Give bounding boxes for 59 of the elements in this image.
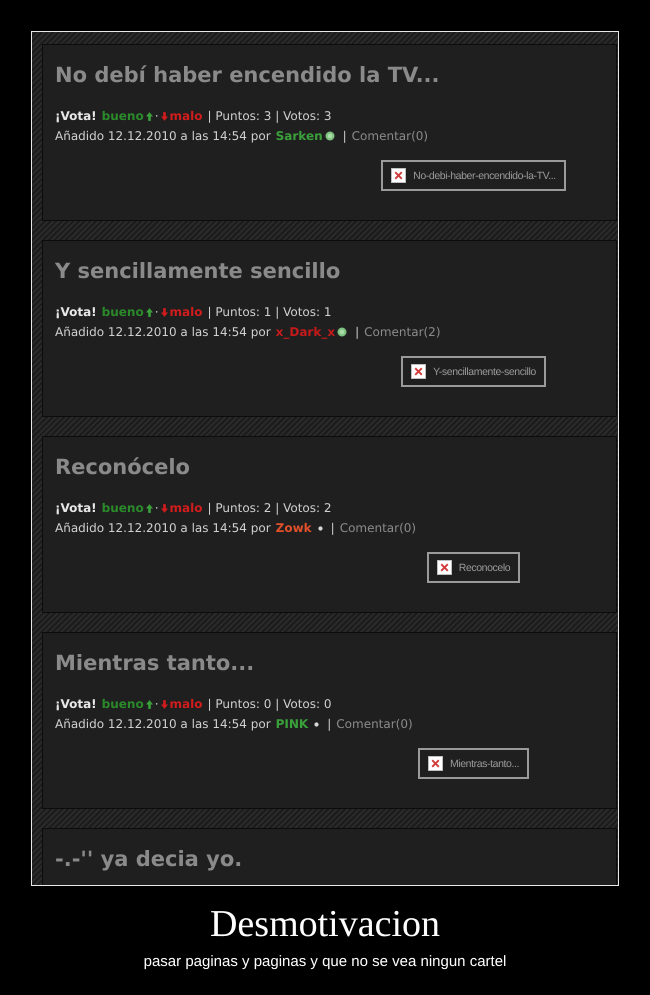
author-link[interactable]: x_Dark_x: [276, 322, 336, 342]
vote-separator: ·: [154, 500, 159, 517]
added-date: Añadido 12.12.2010 a las 14:54 por: [55, 716, 271, 733]
post-title[interactable]: Mientras tanto...: [55, 648, 604, 678]
good-vote-link[interactable]: bueno: [102, 302, 144, 322]
down-arrow-icon[interactable]: [160, 308, 168, 316]
bad-vote-link[interactable]: malo: [170, 694, 203, 714]
added-date: Añadido 12.12.2010 a las 14:54 por: [55, 324, 271, 341]
added-date: Añadido 12.12.2010 a las 14:54 por: [55, 520, 271, 537]
image-alt-text: Y-sencillamente-sencillo: [433, 366, 536, 378]
vote-separator: ·: [154, 696, 159, 713]
added-date: Añadido 12.12.2010 a las 14:54 por: [55, 128, 271, 145]
comments-link[interactable]: Comentar(0): [340, 518, 416, 538]
vote-stats: | Puntos: 0 | Votos: 0: [208, 696, 332, 713]
good-vote-link[interactable]: bueno: [102, 106, 144, 126]
poster-title: Desmotivacion: [208, 902, 442, 946]
vote-label: ¡Vota!: [55, 304, 97, 321]
down-arrow-icon[interactable]: [160, 504, 168, 512]
good-vote-link[interactable]: bueno: [102, 498, 144, 518]
vote-separator: ·: [154, 304, 159, 321]
vote-label: ¡Vota!: [55, 500, 97, 517]
vote-stats: | Puntos: 1 | Votos: 1: [208, 304, 332, 321]
comments-link[interactable]: Comentar(0): [352, 126, 428, 146]
up-arrow-icon[interactable]: [146, 700, 153, 708]
vote-separator: ·: [154, 108, 159, 125]
post-title[interactable]: -.-'' ya decia yo.: [55, 844, 604, 874]
comments-link[interactable]: Comentar(0): [336, 714, 413, 734]
author-link[interactable]: Zowk: [276, 518, 312, 538]
author-link[interactable]: PINK: [276, 714, 308, 734]
image-alt-text: Reconocelo: [458, 562, 510, 574]
down-arrow-icon[interactable]: [160, 700, 168, 708]
post-title[interactable]: Y sencillamente sencillo: [55, 256, 604, 286]
broken-image-icon: [411, 364, 426, 379]
image-alt-text: No-debi-haber-encendido-la-TV...: [413, 170, 556, 182]
up-arrow-icon[interactable]: [146, 112, 153, 120]
comment-separator: |: [327, 716, 332, 733]
comment-separator: |: [330, 520, 335, 537]
bad-vote-link[interactable]: malo: [170, 106, 203, 126]
post-title[interactable]: Reconócelo: [55, 452, 604, 482]
poster-caption: pasar paginas y paginas y que no se vea ningun cartel: [142, 952, 508, 972]
comment-separator: |: [355, 324, 360, 341]
vote-stats: | Puntos: 2 | Votos: 2: [208, 500, 332, 517]
vote-label: ¡Vota!: [55, 696, 97, 713]
vote-stats: | Puntos: 3 | Votos: 3: [208, 108, 332, 125]
bad-vote-link[interactable]: malo: [170, 302, 203, 322]
broken-image-icon: [428, 756, 443, 771]
bad-vote-link[interactable]: malo: [170, 498, 203, 518]
broken-image-icon: [391, 168, 406, 183]
good-vote-link[interactable]: bueno: [102, 694, 144, 714]
up-arrow-icon[interactable]: [146, 504, 153, 512]
down-arrow-icon[interactable]: [160, 112, 168, 120]
comments-link[interactable]: Comentar(2): [364, 322, 440, 342]
post-title[interactable]: No debí haber encendido la TV...: [55, 60, 604, 90]
author-link[interactable]: Sarken: [276, 126, 323, 146]
vote-label: ¡Vota!: [55, 108, 97, 125]
comment-separator: |: [342, 128, 347, 145]
broken-image-icon: [436, 560, 452, 575]
up-arrow-icon[interactable]: [146, 308, 153, 316]
image-alt-text: Mientras-tanto...: [450, 758, 520, 770]
